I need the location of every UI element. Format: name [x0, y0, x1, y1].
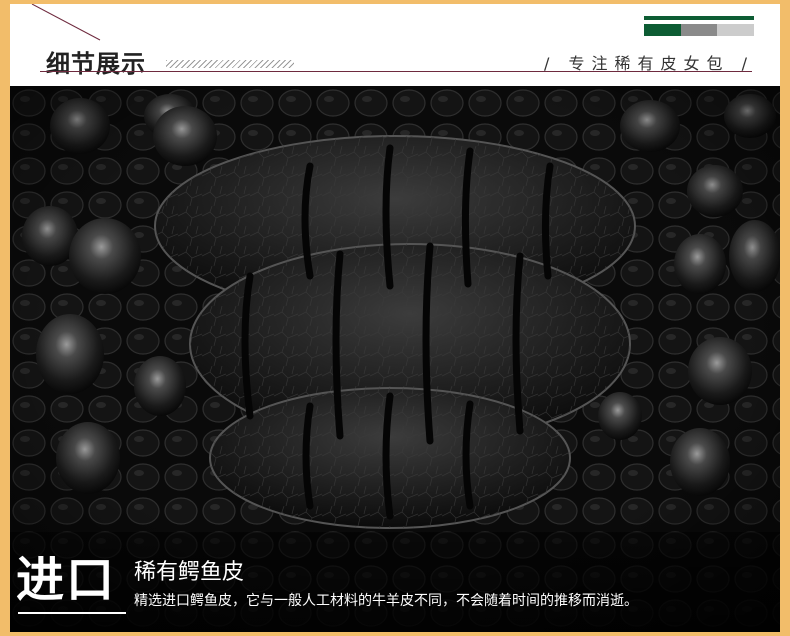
badge-underline: [18, 612, 126, 614]
caption-subtitle: 稀有鳄鱼皮: [134, 560, 245, 585]
caption-description: 精选进口鳄鱼皮，它与一般人工材料的牛羊皮不同，不会随着时间的推移而消逝。: [134, 593, 638, 609]
section-header: 细节展示 / 专注稀有皮女包 /: [10, 4, 780, 86]
caption-overlay: 进口 稀有鳄鱼皮 精选进口鳄鱼皮，它与一般人工材料的牛羊皮不同，不会随着时间的推…: [10, 532, 780, 632]
color-bar-top-line: [644, 16, 754, 20]
color-block-green: [644, 24, 681, 36]
detail-section: 细节展示 / 专注稀有皮女包 / 进口 稀有鳄鱼皮 精选进口鳄鱼皮，它与一般人工…: [10, 4, 780, 632]
hatch-decoration: [166, 60, 294, 68]
crocodile-leather-photo: 进口 稀有鳄鱼皮 精选进口鳄鱼皮，它与一般人工材料的牛羊皮不同，不会随着时间的推…: [10, 86, 780, 632]
brand-color-bar: [644, 16, 755, 36]
brand-slogan: / 专注稀有皮女包 /: [544, 54, 754, 73]
section-title: 细节展示: [46, 50, 146, 78]
color-block-gray: [680, 24, 718, 36]
caption-badge: 进口: [16, 552, 117, 608]
color-block-light-gray: [717, 24, 755, 36]
